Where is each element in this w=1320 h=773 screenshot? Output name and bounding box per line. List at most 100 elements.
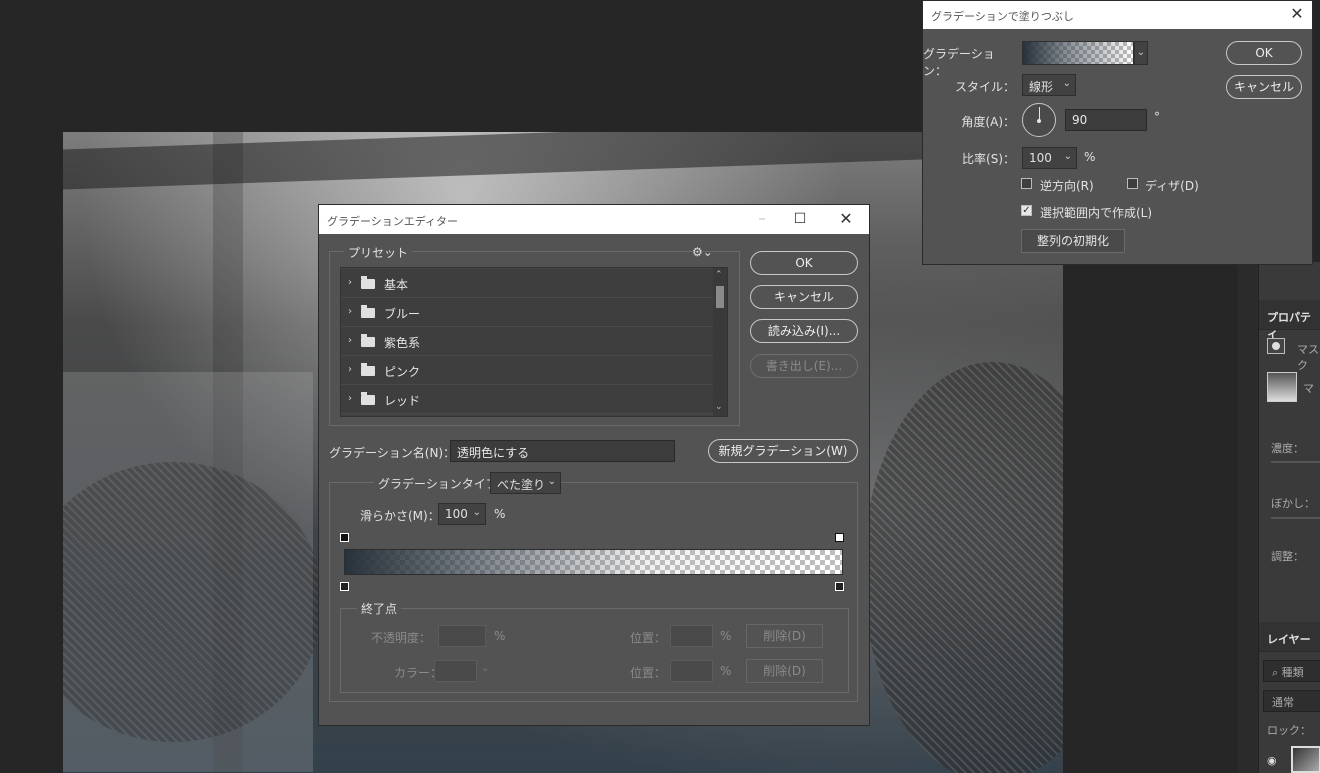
opacity-label: 不透明度： [371, 631, 432, 645]
opacity-location-unit: % [720, 629, 732, 643]
ok-button[interactable]: OK [1226, 41, 1302, 65]
gradient-type-select[interactable]: べた塗り ⌄ [490, 472, 561, 494]
opacity-location-label: 位置： [630, 631, 667, 645]
reverse-checkbox[interactable] [1021, 178, 1032, 189]
density-slider[interactable] [1271, 461, 1320, 463]
opacity-stop-right[interactable] [835, 533, 844, 542]
color-stop-right[interactable] [835, 582, 844, 591]
folder-icon [361, 363, 375, 376]
opacity-location-field[interactable] [670, 625, 713, 647]
preset-scrollbar[interactable]: ⌃ ⌄ [713, 268, 727, 416]
chevron-up-icon[interactable]: ⌃ [715, 270, 723, 280]
editor-ok-button[interactable]: OK [750, 251, 858, 275]
density-label: 濃度： [1271, 442, 1304, 455]
opacity-stop-left[interactable] [340, 533, 349, 542]
export-button[interactable]: 書き出し(E)... [750, 354, 858, 378]
gradient-preview-bar[interactable] [344, 549, 843, 575]
opacity-unit: % [494, 629, 506, 643]
angle-center-dot [1037, 119, 1041, 123]
gradient-fill-dialog: グラデーションで塗りつぶし ✕ グラデーション： ⌄ OK キャンセル スタイル… [922, 0, 1313, 265]
folder-icon [361, 305, 375, 318]
stops-title: 終了点 [357, 600, 402, 617]
color-location-field[interactable] [670, 660, 713, 682]
folder-icon [361, 392, 375, 405]
style-select[interactable]: 線形 ⌄ [1022, 74, 1076, 96]
gradient-name-label: グラデーション名(N)： [329, 446, 456, 460]
editor-cancel-button[interactable]: キャンセル [750, 285, 858, 309]
smoothness-label: 滑らかさ(M)： [360, 509, 440, 523]
scale-select[interactable]: 100 ⌄ [1022, 147, 1077, 169]
layer-thumbnail[interactable] [1291, 746, 1320, 773]
chevron-down-icon[interactable]: ⌄ [715, 402, 723, 412]
tab-layers[interactable]: レイヤー [1259, 622, 1320, 652]
delete-opacity-stop-button[interactable]: 削除(D) [746, 624, 823, 648]
color-location-label: 位置： [630, 666, 667, 680]
close-icon[interactable]: ✕ [1288, 5, 1306, 23]
preset-folder[interactable]: › レッド [341, 385, 713, 414]
dialog-titlebar: グラデーションで塗りつぶし [923, 1, 1312, 29]
reset-align-button[interactable]: 整列の初期化 [1021, 229, 1125, 253]
angle-input[interactable]: 90 [1065, 109, 1147, 131]
layer-filter[interactable]: ⌕ 種類 [1263, 660, 1320, 682]
preset-folder[interactable]: › ブルー [341, 298, 713, 327]
refine-label: 調整： [1271, 550, 1304, 563]
folder-icon [361, 276, 375, 289]
style-label: スタイル： [954, 80, 1015, 94]
feather-slider[interactable] [1271, 517, 1320, 519]
gradient-name-input[interactable]: 透明色にする [450, 440, 675, 462]
mask-label-2: マ [1303, 382, 1314, 395]
cancel-button[interactable]: キャンセル [1226, 75, 1302, 99]
angle-unit: ° [1154, 110, 1160, 124]
chevron-down-icon: ⌄ [481, 663, 490, 674]
load-button[interactable]: 読み込み(I)... [750, 319, 858, 343]
color-swatch[interactable] [434, 660, 477, 682]
preset-folder[interactable]: › ピンク [341, 356, 713, 385]
dither-checkbox[interactable] [1127, 178, 1138, 189]
chevron-down-icon: ⌄ [1062, 78, 1071, 89]
search-icon: ⌕ [1272, 666, 1279, 679]
align-checkbox[interactable]: ✓ [1021, 205, 1032, 216]
eye-icon[interactable]: ◉ [1267, 754, 1277, 767]
chevron-right-icon: › [348, 364, 352, 375]
color-stop-left[interactable] [340, 582, 349, 591]
tab-properties[interactable]: プロパティ [1259, 300, 1320, 340]
gradient-swatch[interactable] [1022, 41, 1134, 65]
angle-label: 角度(A)： [961, 115, 1015, 129]
close-icon[interactable]: ✕ [835, 209, 857, 229]
feather-label: ぼかし： [1271, 497, 1315, 510]
mask-thumbnail[interactable] [1267, 372, 1297, 402]
gradient-label: グラデーション： [923, 47, 995, 78]
folder-icon [361, 334, 375, 347]
angle-dial[interactable] [1022, 103, 1056, 137]
new-gradient-button[interactable]: 新規グラデーション(W) [708, 439, 858, 463]
chevron-down-icon: ⌄ [547, 476, 556, 487]
chevron-right-icon: › [348, 393, 352, 404]
chevron-right-icon: › [348, 335, 352, 346]
dialog-titlebar: グラデーションエディター [319, 205, 869, 234]
lock-label: ロック： [1267, 724, 1311, 737]
preset-list: › 基本 › ブルー › 紫色系 › ピンク › レッド ⌃ ⌄ [340, 267, 728, 417]
chevron-right-icon: › [348, 277, 352, 288]
reverse-label: 逆方向(R) [1040, 179, 1094, 193]
opacity-field[interactable] [438, 625, 486, 647]
mask-icon[interactable] [1267, 338, 1285, 354]
chevron-right-icon: › [348, 306, 352, 317]
scale-label: 比率(S)： [962, 152, 1015, 166]
align-label: 選択範囲内で作成(L) [1040, 206, 1153, 220]
smoothness-select[interactable]: 100 ⌄ [438, 503, 486, 525]
presets-title: プリセット [344, 244, 413, 261]
minimize-icon[interactable]: – [751, 209, 773, 229]
mask-label: マスク [1297, 343, 1319, 372]
color-location-unit: % [720, 664, 732, 678]
chevron-down-icon[interactable]: ⌄ [1134, 41, 1148, 65]
scrollbar-thumb[interactable] [716, 286, 724, 308]
preset-folder[interactable]: › 基本 [341, 269, 713, 298]
right-panel: プロパティ マスク マ 濃度： ぼかし： 調整： レイヤー ⌕ 種類 通常 ロッ… [1258, 262, 1320, 773]
chevron-down-icon: ⌄ [472, 507, 481, 518]
blend-mode-select[interactable]: 通常 [1263, 690, 1320, 712]
gear-icon[interactable]: ⚙⌄ [692, 245, 713, 259]
delete-color-stop-button[interactable]: 削除(D) [746, 659, 823, 683]
maximize-icon[interactable]: ☐ [789, 209, 811, 229]
smoothness-unit: % [494, 507, 506, 521]
preset-folder[interactable]: › 紫色系 [341, 327, 713, 356]
